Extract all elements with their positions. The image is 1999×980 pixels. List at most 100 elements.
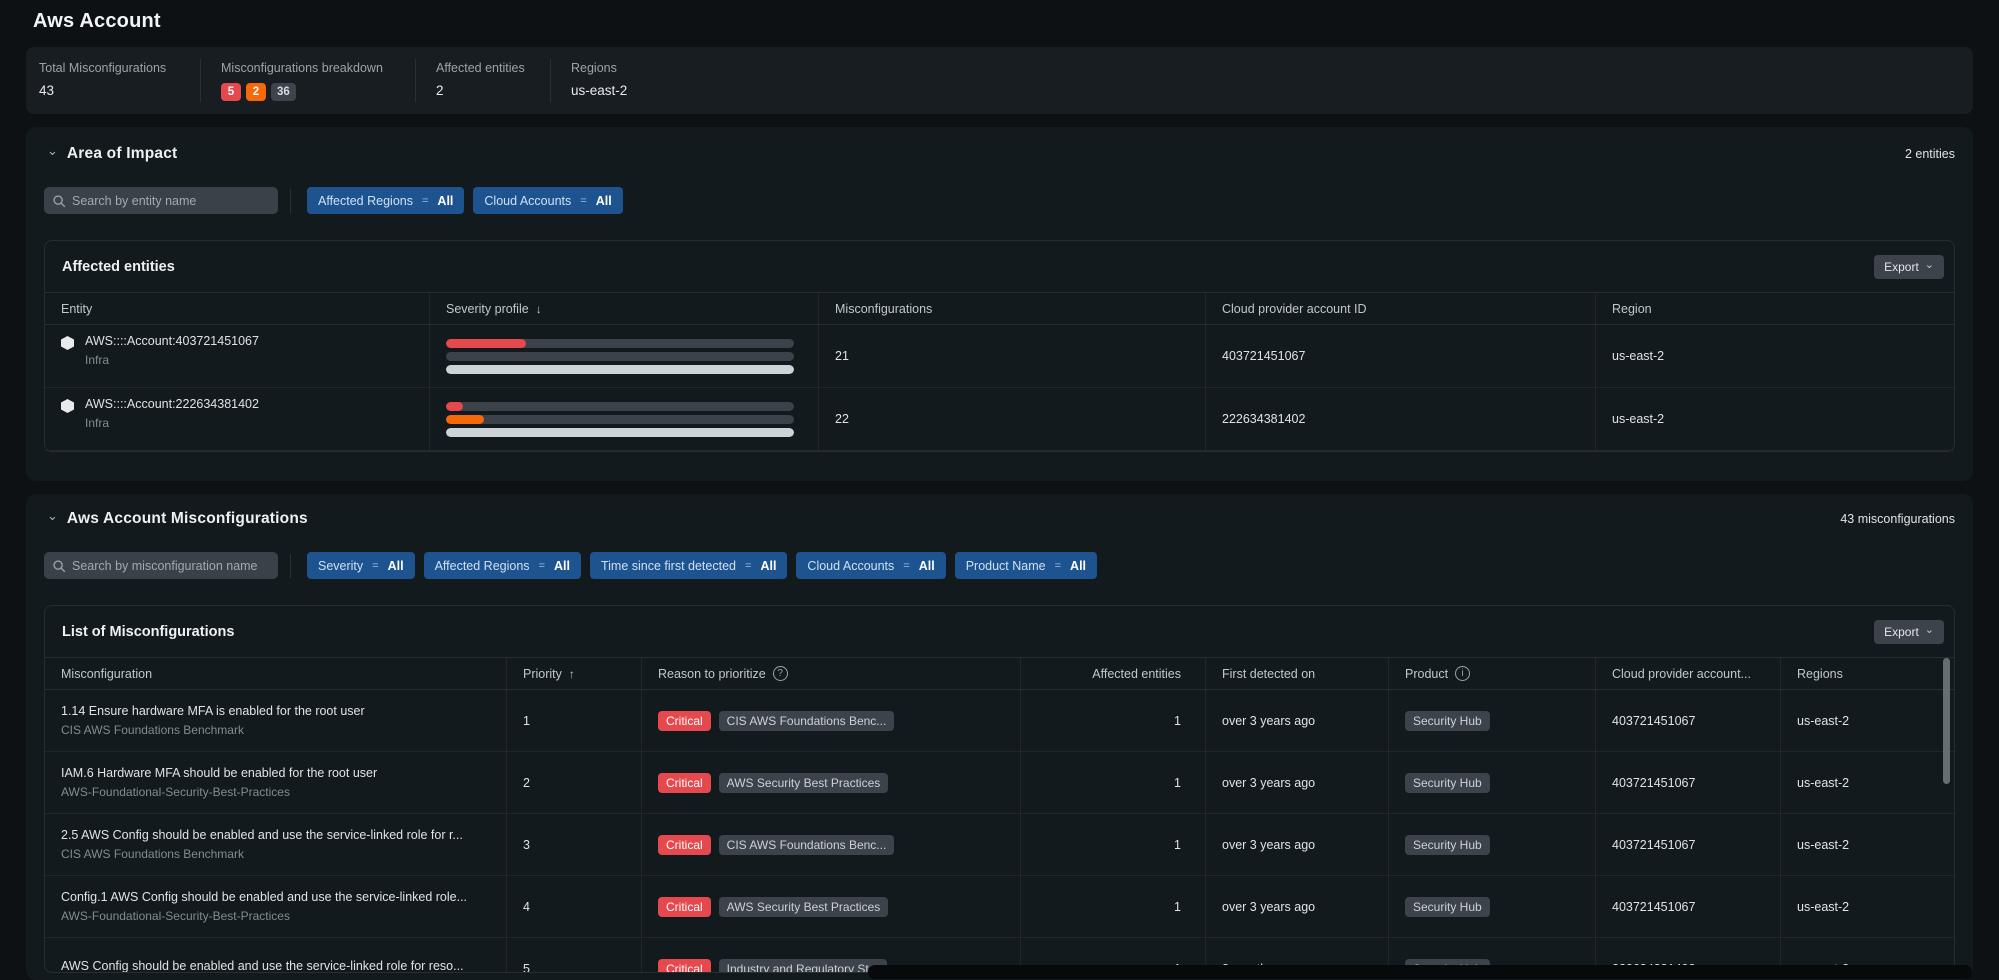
column-header-region[interactable]: Region bbox=[1595, 293, 1954, 324]
misconfigurations-section: ⌄ Aws Account Misconfigurations 43 misco… bbox=[26, 494, 1973, 980]
column-header-entity[interactable]: Entity bbox=[45, 293, 429, 324]
first-detected-value: over 3 years ago bbox=[1205, 814, 1388, 875]
filter-pill[interactable]: Affected Regions = All bbox=[424, 552, 581, 579]
area-of-impact-section: ⌄ Area of Impact 2 entities Affected Reg… bbox=[26, 127, 1973, 481]
entity-search-input[interactable] bbox=[72, 194, 270, 208]
misconfiguration-row[interactable]: Config.1 AWS Config should be enabled an… bbox=[45, 876, 1954, 938]
column-header-priority[interactable]: Priority ↑ bbox=[506, 658, 641, 689]
region: us-east-2 bbox=[1595, 325, 1954, 387]
chevron-down-icon: ⌄ bbox=[1925, 262, 1934, 268]
export-button[interactable]: Export ⌄ bbox=[1874, 255, 1944, 279]
filter-name: Affected Regions bbox=[435, 559, 530, 573]
filter-pill[interactable]: Time since first detected = All bbox=[590, 552, 787, 579]
framework-name: AWS-Foundational-Security-Best-Practices bbox=[61, 909, 467, 923]
stat-value: 2 bbox=[436, 83, 526, 98]
table-header-row: Misconfiguration Priority ↑ Reason to pr… bbox=[45, 657, 1954, 690]
info-bar bbox=[446, 428, 794, 437]
section-title: Aws Account Misconfigurations bbox=[67, 510, 308, 528]
column-label: Reason to prioritize bbox=[658, 667, 766, 681]
stat-value: us-east-2 bbox=[571, 83, 627, 98]
misconfiguration-name: Config.1 AWS Config should be enabled an… bbox=[61, 890, 467, 904]
entity-search[interactable] bbox=[44, 187, 278, 214]
filter-value: All bbox=[437, 194, 453, 208]
column-header-severity-profile[interactable]: Severity profile ↓ bbox=[429, 293, 818, 324]
column-header-misconfigurations[interactable]: Misconfigurations bbox=[818, 293, 1205, 324]
misconfiguration-search-input[interactable] bbox=[72, 559, 270, 573]
toolbar-divider bbox=[290, 554, 291, 578]
filter-name: Cloud Accounts bbox=[807, 559, 894, 573]
product-chip: Security Hub bbox=[1405, 711, 1490, 731]
column-header-reason[interactable]: Reason to prioritize ? bbox=[641, 658, 1020, 689]
misconfiguration-search[interactable] bbox=[44, 552, 278, 579]
account-value: 403721451067 bbox=[1595, 690, 1780, 751]
table-title: List of Misconfigurations bbox=[62, 624, 234, 640]
product-cell: Security Hub bbox=[1388, 752, 1595, 813]
severity-profile-cell bbox=[429, 388, 818, 450]
filter-value: All bbox=[1070, 559, 1086, 573]
collapse-chevron-icon[interactable]: ⌄ bbox=[47, 147, 58, 155]
product-cell: Security Hub bbox=[1388, 814, 1595, 875]
info-icon[interactable]: i bbox=[1455, 666, 1470, 681]
stat-affected-entities: Affected entities 2 bbox=[415, 59, 550, 102]
column-header-account-id[interactable]: Cloud provider account ID bbox=[1205, 293, 1595, 324]
misconfigurations-count: 21 bbox=[818, 325, 1205, 387]
filter-pill[interactable]: Cloud Accounts = All bbox=[473, 187, 622, 214]
severity-bars bbox=[446, 339, 794, 374]
sort-desc-icon: ↓ bbox=[536, 302, 542, 316]
search-icon bbox=[52, 559, 66, 573]
column-label: Product bbox=[1405, 667, 1448, 681]
vertical-scrollbar-thumb[interactable] bbox=[1943, 658, 1950, 784]
filter-operator: = bbox=[539, 560, 545, 572]
product-chip: Security Hub bbox=[1405, 897, 1490, 917]
misconfiguration-row[interactable]: 2.5 AWS Config should be enabled and use… bbox=[45, 814, 1954, 876]
filter-pill[interactable]: Product Name = All bbox=[955, 552, 1097, 579]
high-bar bbox=[446, 415, 484, 424]
column-header-misconfiguration[interactable]: Misconfiguration bbox=[45, 658, 506, 689]
stat-value: 43 bbox=[39, 83, 176, 98]
framework-name: AWS-Foundational-Security-Best-Practices bbox=[61, 785, 377, 799]
column-header-regions[interactable]: Regions bbox=[1780, 658, 1954, 689]
filter-pill[interactable]: Severity = All bbox=[307, 552, 415, 579]
help-icon[interactable]: ? bbox=[773, 666, 788, 681]
first-detected-value: over 3 years ago bbox=[1205, 752, 1388, 813]
severity-bars bbox=[446, 402, 794, 437]
info-bar bbox=[446, 365, 794, 374]
entity-type: Infra bbox=[85, 416, 259, 430]
entity-row[interactable]: AWS::::Account:403721451067 Infra 21 403… bbox=[45, 325, 1954, 388]
affected-entities-value: 1 bbox=[1020, 690, 1205, 751]
regions-value: us-east-2 bbox=[1780, 876, 1954, 937]
stat-total-misconfigurations: Total Misconfigurations 43 bbox=[26, 59, 200, 102]
regions-value: us-east-2 bbox=[1780, 752, 1954, 813]
severity-badge: Critical bbox=[658, 773, 711, 793]
reason-cell: Critical AWS Security Best Practices bbox=[641, 752, 1020, 813]
misconfiguration-name: IAM.6 Hardware MFA should be enabled for… bbox=[61, 766, 377, 780]
entity-cell[interactable]: AWS::::Account:403721451067 Infra bbox=[45, 325, 429, 387]
regions-value: us-east-2 bbox=[1780, 690, 1954, 751]
reason-cell: Critical AWS Security Best Practices bbox=[641, 876, 1020, 937]
affected-entities-value: 1 bbox=[1020, 876, 1205, 937]
column-header-account[interactable]: Cloud provider account... bbox=[1595, 658, 1780, 689]
misconfiguration-row[interactable]: 1.14 Ensure hardware MFA is enabled for … bbox=[45, 690, 1954, 752]
filter-pill[interactable]: Affected Regions = All bbox=[307, 187, 464, 214]
entity-row[interactable]: AWS::::Account:222634381402 Infra 22 222… bbox=[45, 388, 1954, 451]
column-header-affected-entities[interactable]: Affected entities bbox=[1020, 658, 1205, 689]
sort-asc-icon: ↑ bbox=[569, 667, 575, 681]
collapse-chevron-icon[interactable]: ⌄ bbox=[47, 512, 58, 520]
horizontal-scrollbar[interactable] bbox=[868, 965, 1972, 979]
filter-pill[interactable]: Cloud Accounts = All bbox=[796, 552, 945, 579]
region: us-east-2 bbox=[1595, 388, 1954, 450]
severity-badge: Critical bbox=[658, 835, 711, 855]
stat-label: Total Misconfigurations bbox=[39, 61, 176, 75]
stat-label: Regions bbox=[571, 61, 627, 75]
entity-cell[interactable]: AWS::::Account:222634381402 Infra bbox=[45, 388, 429, 450]
high-count-badge: 2 bbox=[246, 83, 266, 101]
export-button[interactable]: Export ⌄ bbox=[1874, 620, 1944, 644]
severity-badge: Critical bbox=[658, 959, 711, 974]
stats-bar: Total Misconfigurations 43 Misconfigurat… bbox=[26, 47, 1973, 114]
account-value: 403721451067 bbox=[1595, 752, 1780, 813]
framework-name: CIS AWS Foundations Benchmark bbox=[61, 723, 365, 737]
column-header-product[interactable]: Product i bbox=[1388, 658, 1595, 689]
column-header-first-detected[interactable]: First detected on bbox=[1205, 658, 1388, 689]
filter-operator: = bbox=[745, 560, 751, 572]
misconfiguration-row[interactable]: IAM.6 Hardware MFA should be enabled for… bbox=[45, 752, 1954, 814]
